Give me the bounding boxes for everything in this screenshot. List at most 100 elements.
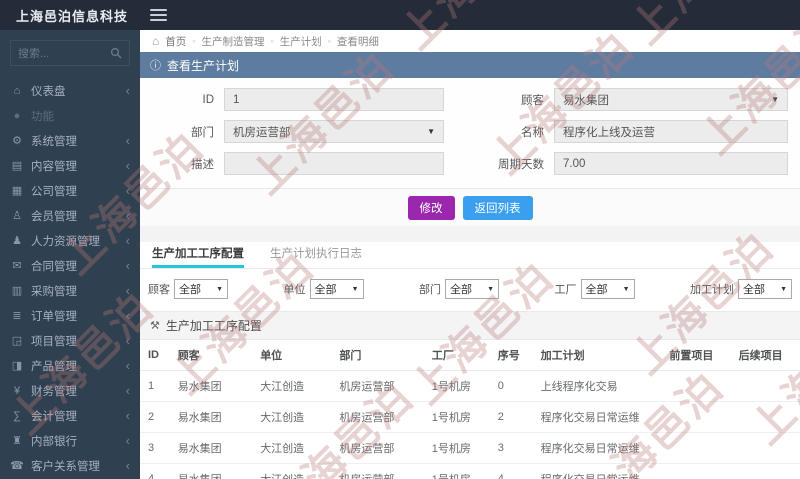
section-icon: ⚒ <box>150 320 160 332</box>
sidebar-item-label: 会员管理 <box>31 210 77 223</box>
sidebar-item-label: 会计管理 <box>31 410 77 423</box>
customer-select[interactable]: 易水集团 ▼ <box>554 88 788 111</box>
filter-label: 单位 <box>283 284 306 296</box>
sidebar-search[interactable]: 搜索... <box>10 40 130 66</box>
id-field[interactable] <box>224 88 444 111</box>
sidebar-item-7[interactable]: ✉ 合同管理 ‹ <box>0 253 140 278</box>
panel-title: 查看生产计划 <box>167 58 240 73</box>
sidebar-item-label: 人力资源管理 <box>31 235 100 248</box>
sidebar-item-label: 客户关系管理 <box>31 460 100 473</box>
table-cell: 机房运营部 <box>331 432 424 464</box>
accounting-icon: ∑ <box>13 409 21 422</box>
chevron-left-icon: ‹ <box>125 458 130 473</box>
tab-1[interactable]: 生产计划执行日志 <box>270 242 362 268</box>
table-header-row: ID 顾客 单位 部门 工厂 序号 加工计划 前置项目 后续项目 <box>140 340 800 371</box>
table-cell <box>730 401 800 433</box>
filter-label: 顾客 <box>148 284 170 296</box>
filter-select-0[interactable]: 全部 ▼ <box>174 279 228 299</box>
column-header: 前置项目 <box>661 340 731 371</box>
dept-value: 机房运营部 <box>233 126 291 139</box>
breadcrumb-item[interactable]: 生产制造管理 <box>201 34 264 49</box>
table-cell: 1号机房 <box>423 370 490 402</box>
desc-field[interactable] <box>224 152 444 175</box>
column-header: 后续项目 <box>730 340 800 371</box>
chevron-down-icon: ▼ <box>216 285 223 293</box>
tab-0[interactable]: 生产加工工序配置 <box>152 242 244 268</box>
sidebar-item-label: 合同管理 <box>31 260 77 273</box>
sidebar-menu: ⌂ 仪表盘 ‹ ● 功能 ⚙ 系统管理 ‹ ▤ 内容管理 ‹ ▦ 公司管理 ‹ ♙ 会员管理 ‹ ♟ 人力资源管理 ‹… <box>0 78 140 479</box>
filter-select-2[interactable]: 全部 ▼ <box>445 279 499 299</box>
chevron-down-icon: ▼ <box>771 95 779 104</box>
sidebar-item-label: 功能 <box>31 110 54 123</box>
column-header: 部门 <box>331 340 424 371</box>
brand-title: 上海邑泊信息科技 <box>16 8 129 24</box>
chevron-down-icon: ▼ <box>780 285 787 293</box>
breadcrumb-item[interactable]: 查看明细 <box>337 34 379 49</box>
hamburger-menu-icon[interactable] <box>150 6 168 24</box>
sidebar-item-5[interactable]: ♙ 会员管理 ‹ <box>0 203 140 228</box>
filter-select-1[interactable]: 全部 ▼ <box>309 279 364 299</box>
table-cell: 4 <box>140 463 170 479</box>
column-header: 工厂 <box>423 340 490 371</box>
sidebar: 搜索... ⌂ 仪表盘 ‹ ● 功能 ⚙ 系统管理 ‹ ▤ 内容管理 ‹ ▦ 公司管理 ‹ ♙ 会员管理 ‹ ♟ 人… <box>0 30 140 479</box>
form-button-row: 修改 返回列表 <box>140 188 800 226</box>
filter-value: 全部 <box>314 284 337 296</box>
filter-select-3[interactable]: 全部 ▼ <box>580 279 635 299</box>
back-to-list-button[interactable]: 返回列表 <box>462 195 533 220</box>
sidebar-item-1[interactable]: ● 功能 <box>0 103 140 128</box>
sidebar-item-9[interactable]: ≣ 订单管理 ‹ <box>0 303 140 328</box>
chevron-left-icon: ‹ <box>125 208 130 223</box>
sidebar-item-0[interactable]: ⌂ 仪表盘 ‹ <box>0 78 140 103</box>
modify-button[interactable]: 修改 <box>407 195 455 220</box>
breadcrumb-item[interactable]: 生产计划 <box>280 34 322 49</box>
sidebar-item-8[interactable]: ▥ 采购管理 ‹ <box>0 278 140 303</box>
name-field[interactable] <box>554 120 788 143</box>
table-row: 2 易水集团 大江创造 机房运营部 1号机房 2 程序化交易日常运维 <box>140 401 800 433</box>
sidebar-item-6[interactable]: ♟ 人力资源管理 ‹ <box>0 228 140 253</box>
chevron-left-icon: ‹ <box>125 333 130 348</box>
home-icon: ⌂ <box>152 34 160 48</box>
sidebar-item-4[interactable]: ▦ 公司管理 ‹ <box>0 178 140 203</box>
info-icon: ⓘ <box>150 60 161 72</box>
chevron-left-icon: ‹ <box>125 408 130 423</box>
dept-label: 部门 <box>191 126 214 139</box>
filter-0: 顾客 全部 ▼ <box>148 279 228 299</box>
sidebar-item-3[interactable]: ▤ 内容管理 ‹ <box>0 153 140 178</box>
table-cell: 易水集团 <box>169 370 253 402</box>
filter-3: 工厂 全部 ▼ <box>555 279 635 299</box>
breadcrumb-home[interactable]: 首页 <box>165 34 186 49</box>
filter-select-4[interactable]: 全部 ▼ <box>738 279 792 299</box>
table-cell: 大江创造 <box>252 370 332 402</box>
table-cell: 上线程序化交易 <box>532 370 662 402</box>
table-cell: 4 <box>489 463 533 479</box>
cycle-days-field[interactable] <box>554 152 788 175</box>
sidebar-item-12[interactable]: ¥ 财务管理 ‹ <box>0 378 140 403</box>
contract-icon: ✉ <box>12 260 22 272</box>
product-icon: ◨ <box>11 360 23 372</box>
sidebar-item-14[interactable]: ♜ 内部银行 ‹ <box>0 428 140 453</box>
table-row: 1 易水集团 大江创造 机房运营部 1号机房 0 上线程序化交易 <box>140 370 800 402</box>
home-icon: ⌂ <box>13 84 21 97</box>
table-cell: 易水集团 <box>169 401 253 433</box>
process-config-section-header: ⚒ 生产加工工序配置 <box>140 311 800 340</box>
filter-value: 全部 <box>179 284 201 296</box>
main-content: ⌂ 首页 ◦ 生产制造管理 ◦ 生产计划 ◦ 查看明细 ⓘ 查看生产计划 ID 顾客 易水… <box>140 30 800 479</box>
sidebar-item-13[interactable]: ∑ 会计管理 ‹ <box>0 403 140 428</box>
table-cell: 2 <box>140 401 170 433</box>
sidebar-item-15[interactable]: ☎ 客户关系管理 ‹ <box>0 453 140 478</box>
chevron-left-icon: ‹ <box>125 233 130 248</box>
sidebar-item-label: 公司管理 <box>31 185 77 198</box>
sidebar-item-2[interactable]: ⚙ 系统管理 ‹ <box>0 128 140 153</box>
cycle-days-label: 周期天数 <box>498 158 544 171</box>
chevron-left-icon: ‹ <box>125 358 130 373</box>
table-cell: 2 <box>489 401 533 433</box>
dept-select[interactable]: 机房运营部 ▼ <box>224 120 444 143</box>
search-icon <box>110 47 122 59</box>
view-plan-panel-header: ⓘ 查看生产计划 <box>140 52 800 78</box>
sidebar-item-10[interactable]: ◲ 项目管理 ‹ <box>0 328 140 353</box>
sidebar-item-11[interactable]: ◨ 产品管理 ‹ <box>0 353 140 378</box>
breadcrumb-separator: ◦ <box>327 36 331 46</box>
customer-label: 顾客 <box>521 94 544 107</box>
hr-icon: ♟ <box>12 235 22 247</box>
breadcrumb: ⌂ 首页 ◦ 生产制造管理 ◦ 生产计划 ◦ 查看明细 <box>140 30 800 52</box>
